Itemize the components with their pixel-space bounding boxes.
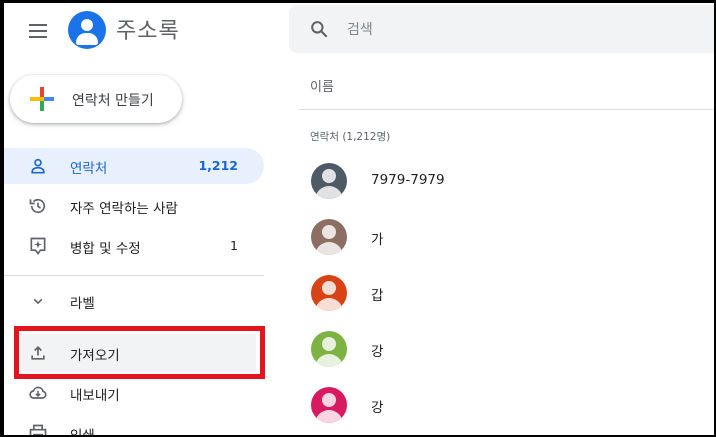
contact-row[interactable]: 갑 [299,267,714,323]
avatar [311,163,347,199]
sidebar-item-label: 자주 연락하는 사람 [70,201,178,217]
sidebar-divider [4,275,264,276]
sidebar-item-labels[interactable]: 라벨 [4,283,264,319]
contact-name: 갑 [371,288,384,304]
sidebar-item-label: 내보내기 [70,388,120,404]
sidebar-item-label: 라벨 [70,296,95,312]
sidebar-item-export[interactable]: 내보내기 [4,375,264,411]
print-icon [29,424,47,435]
sidebar-item-label: 인쇄 [70,424,95,435]
chevron-down-icon[interactable] [28,291,48,311]
contact-row[interactable]: 강 [299,323,714,379]
create-contact-button[interactable]: 연락처 만들기 [10,75,182,123]
sidebar-item-label: 연락처 [70,161,108,177]
contacts-section-title: 연락처 (1,212명) [310,131,391,143]
contacts-logo-icon[interactable] [68,11,106,49]
sidebar-item-merge[interactable]: 병합 및 수정 1 [4,228,264,264]
contact-count: 1,212 [198,158,238,173]
name-column-header[interactable]: 이름 [310,76,334,95]
avatar [311,219,347,255]
search-input[interactable] [347,19,647,41]
avatar [311,275,347,311]
sidebar-item-print[interactable]: 인쇄 [4,415,264,435]
contact-row[interactable]: 가 [299,211,714,267]
contact-name: 강 [371,400,384,416]
avatar [311,387,347,423]
contact-row[interactable]: 강 [299,379,714,435]
main-menu-button[interactable] [26,19,50,43]
create-contact-label: 연락처 만들기 [72,93,154,109]
header-divider [299,109,714,110]
sparkle-badge-icon [30,237,46,255]
contact-row[interactable]: 7979-7979 [299,155,714,211]
app-title[interactable]: 주소록 [116,13,180,45]
contact-name: 가 [371,232,384,248]
sidebar-item-label: 병합 및 수정 [70,241,141,257]
search-bar[interactable] [289,5,714,53]
history-icon [29,198,46,214]
sidebar-item-frequent[interactable]: 자주 연락하는 사람 [4,188,264,224]
person-icon [31,158,45,174]
avatar [311,331,347,367]
contact-name: 강 [371,344,384,360]
merge-count: 1 [230,238,238,253]
multicolor-plus-icon [30,87,54,111]
highlight-annotation-box [14,326,265,379]
contact-name: 7979-7979 [371,172,445,188]
app-window: 주소록 연락처 만들기 연락처 1,212 자주 [4,3,714,435]
cloud-download-icon [29,386,47,399]
search-icon[interactable] [309,19,329,39]
sidebar-item-contacts[interactable]: 연락처 1,212 [4,148,264,184]
